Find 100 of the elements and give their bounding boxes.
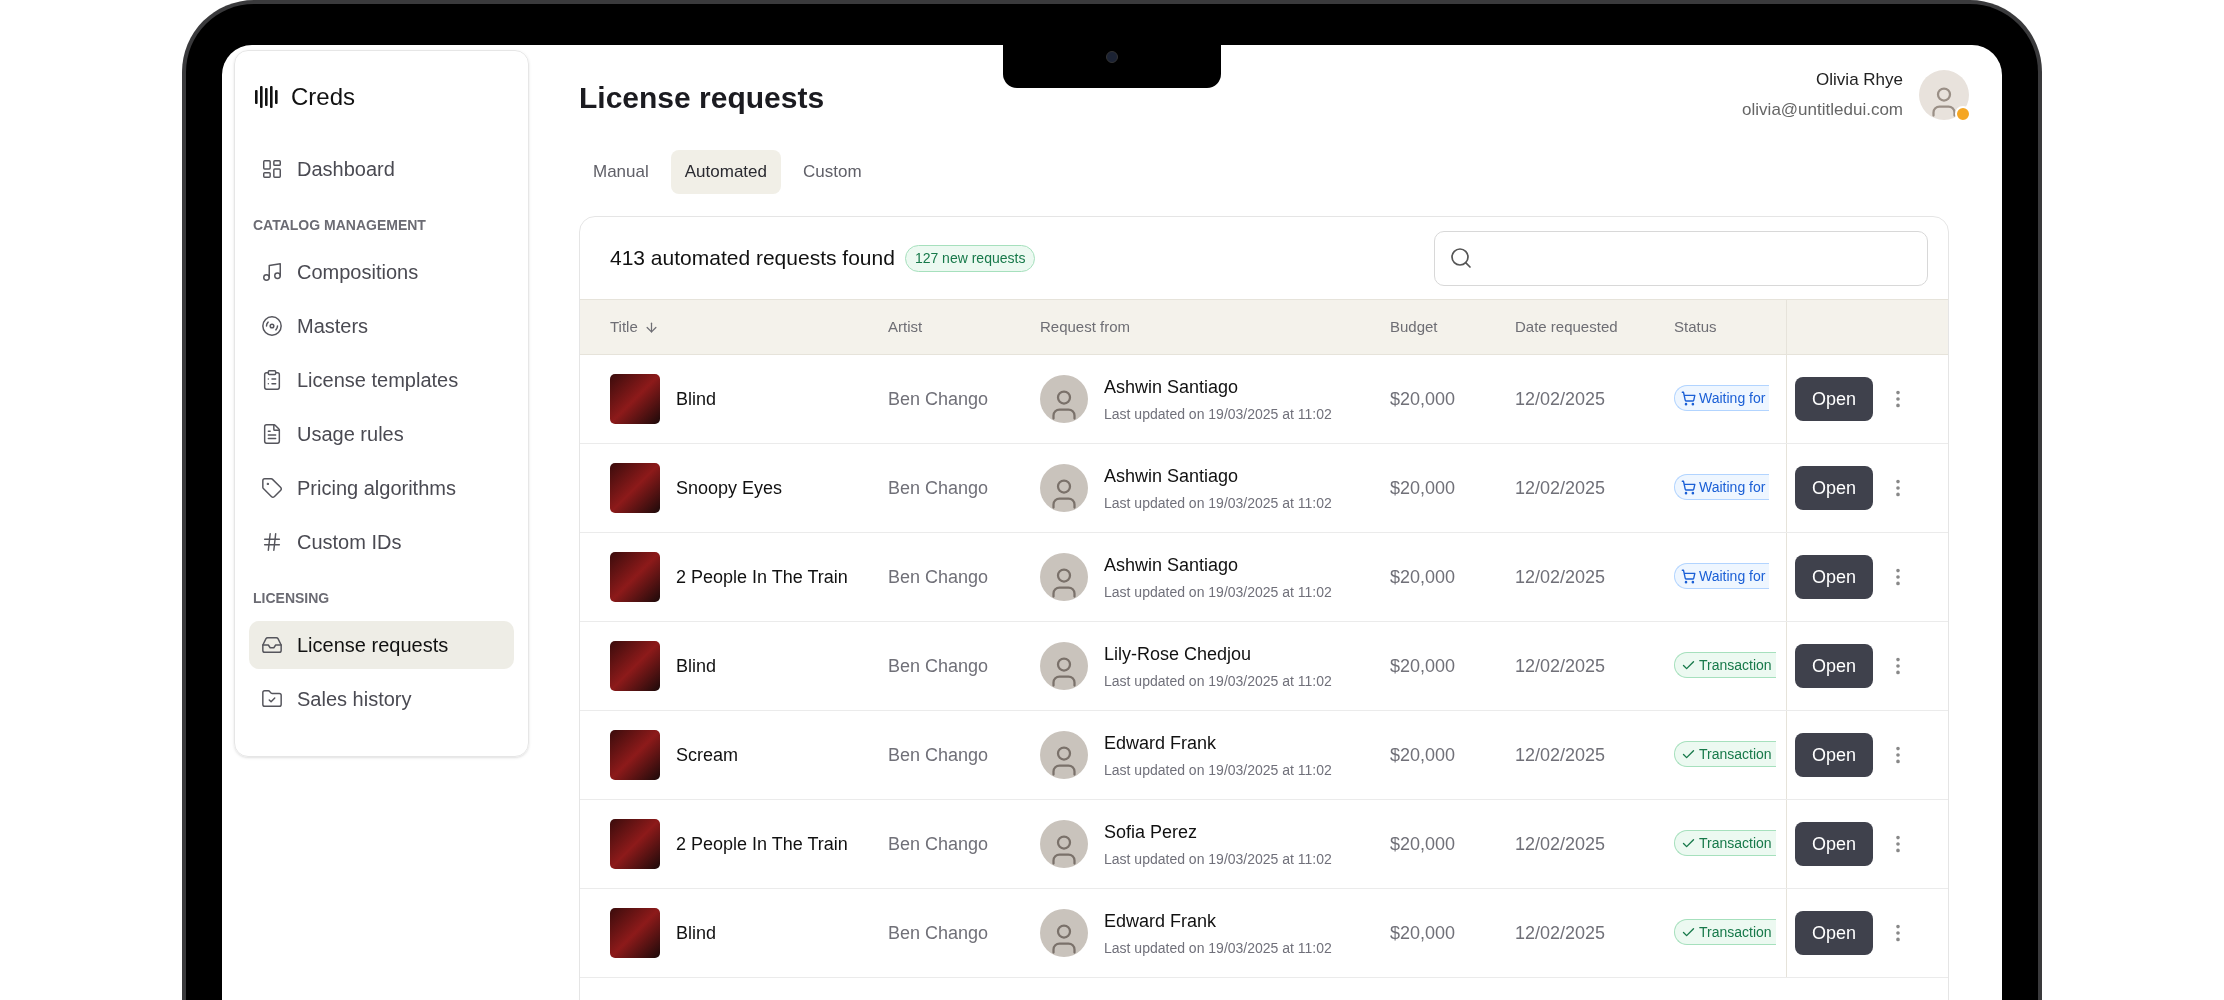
column-header: Request from [1040,316,1131,337]
album-cover-placeholder [610,641,660,691]
requester-name: Edward Frank [1104,731,1218,755]
album-cover-placeholder [610,552,660,602]
column-header[interactable]: Title [610,315,638,339]
music-note-icon [261,261,283,283]
artist-name: Ben Chango [888,565,990,589]
last-updated: Last updated on 19/03/2025 at 11:02 [1104,493,1332,513]
logo-icon [253,84,279,110]
disc-icon [261,315,283,337]
budget: $20,000 [1390,832,1457,856]
budget: $20,000 [1390,476,1457,500]
artist-name: Ben Chango [888,921,990,945]
last-updated: Last updated on 19/03/2025 at 11:02 [1104,849,1332,869]
column-header: Budget [1390,316,1438,337]
budget: $20,000 [1390,743,1457,767]
cart-icon [1681,568,1696,584]
section-heading: LICENSING [252,589,331,608]
date-requested: 12/02/2025 [1515,832,1607,856]
sidebar-item[interactable]: Sales history [249,675,514,723]
folder-check-icon [261,688,283,710]
last-updated: Last updated on 19/03/2025 at 11:02 [1104,404,1332,424]
sidebar-item[interactable]: Pricing algorithms [249,464,514,512]
status-badge: Waiting for [1674,385,1770,412]
album-cover-placeholder [610,819,660,869]
date-requested: 12/02/2025 [1515,565,1607,589]
camera-icon [1106,51,1118,63]
open-button[interactable]: Open [1795,822,1873,866]
app-name: Creds [291,82,356,112]
user-name: Olivia Rhye [1816,69,1903,91]
tab[interactable]: Custom [789,150,876,194]
sidebar-item[interactable]: Custom IDs [249,518,514,566]
sidebar-item[interactable]: Usage rules [249,410,514,458]
open-button[interactable]: Open [1795,644,1873,688]
column-header: Artist [888,316,923,337]
track-title: Blind [676,921,717,945]
column-header: Status [1674,316,1717,337]
status-badge: Transaction [1674,919,1776,946]
inbox-icon [261,634,283,656]
requester-name: Edward Frank [1104,909,1218,933]
status-badge: Waiting for [1674,563,1770,590]
album-cover-placeholder [610,730,660,780]
document-icon [261,423,283,445]
user-avatar[interactable] [1919,69,1969,120]
cart-icon [1681,479,1696,495]
new-requests-badge: 127 new requests [904,244,1036,272]
budget: $20,000 [1390,565,1457,589]
track-title: 2 People In The Train [676,832,848,856]
date-requested: 12/02/2025 [1515,654,1607,678]
search-field[interactable] [1434,230,1928,286]
sidebar-item[interactable]: Dashboard [249,145,514,193]
sidebar-item[interactable]: Compositions [249,248,514,296]
requester-name: Ashwin Santiago [1104,464,1240,488]
sidebar-item[interactable]: License templates [249,356,514,404]
track-title: 2 People In The Train [676,565,848,589]
album-cover-placeholder [610,374,660,424]
date-requested: 12/02/2025 [1515,743,1607,767]
results-count: 413 automated requests found [610,245,895,272]
tab[interactable]: Automated [670,150,781,194]
track-title: Scream [676,743,738,767]
section-heading: CATALOG MANAGEMENT [252,216,427,235]
artist-name: Ben Chango [888,832,990,856]
open-button[interactable]: Open [1795,466,1873,510]
cart-icon [1681,390,1696,406]
clipboard-icon [261,369,283,391]
status-badge: Waiting for [1674,474,1770,501]
open-button[interactable]: Open [1795,555,1873,599]
requester-name: Ashwin Santiago [1104,553,1240,577]
last-updated: Last updated on 19/03/2025 at 11:02 [1104,582,1332,602]
budget: $20,000 [1390,387,1457,411]
status-badge-icon [1955,105,1971,122]
requester-name: Lily-Rose Chedjou [1104,642,1253,666]
status-badge: Transaction [1674,652,1776,679]
date-requested: 12/02/2025 [1515,476,1607,500]
tag-icon [261,477,283,499]
track-title: Blind [676,654,717,678]
sort-arrow-icon [643,319,659,335]
artist-name: Ben Chango [888,387,990,411]
column-header: Date requested [1515,316,1618,337]
artist-name: Ben Chango [888,476,990,500]
artist-name: Ben Chango [888,743,990,767]
open-button[interactable]: Open [1795,377,1873,421]
open-button[interactable]: Open [1795,733,1873,777]
requester-name: Sofia Perez [1104,820,1199,844]
track-title: Snoopy Eyes [676,476,783,500]
user-email: olivia@untitledui.com [1742,98,1903,121]
page-title: License requests [579,80,825,116]
tab[interactable]: Manual [579,150,663,194]
budget: $20,000 [1390,921,1457,945]
status-badge: Transaction [1674,741,1776,768]
last-updated: Last updated on 19/03/2025 at 11:02 [1104,938,1332,958]
artist-name: Ben Chango [888,654,990,678]
date-requested: 12/02/2025 [1515,387,1607,411]
open-button[interactable]: Open [1795,911,1873,955]
last-updated: Last updated on 19/03/2025 at 11:02 [1104,760,1332,780]
status-badge: Transaction [1674,830,1776,857]
search-icon [1449,246,1473,270]
last-updated: Last updated on 19/03/2025 at 11:02 [1104,671,1332,691]
sidebar-item[interactable]: Masters [249,302,514,350]
sidebar-item[interactable]: License requests [249,621,514,669]
